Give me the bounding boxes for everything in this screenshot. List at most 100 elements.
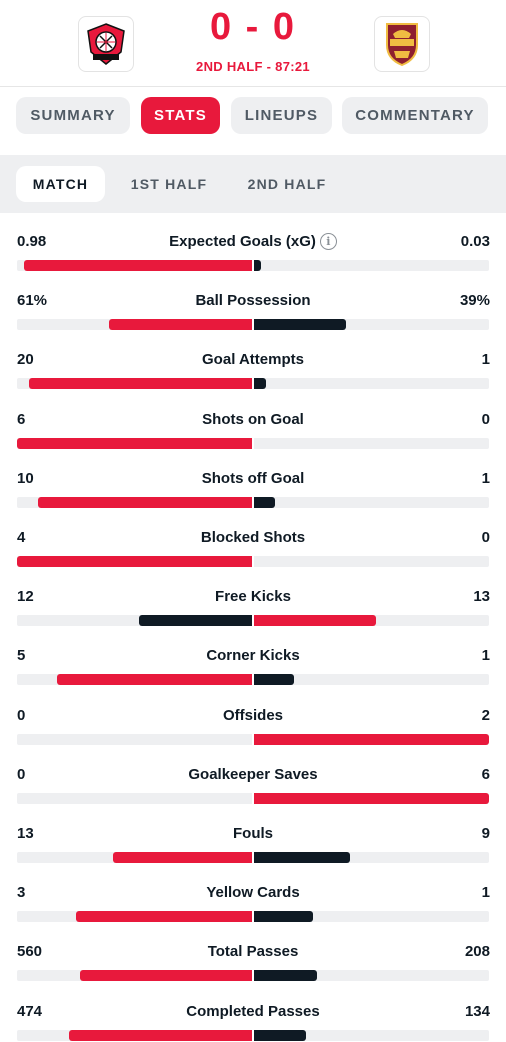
stat-row: 3 Yellow Cards 1 (0, 864, 506, 923)
home-bar-fill (76, 911, 252, 923)
stat-row: 4 Blocked Shots 0 (0, 509, 506, 568)
stat-label: Fouls (233, 825, 273, 842)
info-icon[interactable]: i (319, 233, 337, 250)
away-value: 2 (481, 706, 490, 724)
home-bar-fill (139, 615, 252, 627)
away-bar-fill (254, 496, 275, 508)
match-header: 0 - 0 2ND HALF - 87:21 (0, 0, 506, 87)
match-status: 2ND HALF - 87:21 (196, 59, 310, 74)
home-bar-fill (57, 674, 252, 686)
stat-row: 10 Shots off Goal 1 (0, 450, 506, 509)
away-bar-track (254, 615, 489, 627)
away-value: 1 (481, 469, 490, 487)
stat-label: Free Kicks (215, 588, 291, 606)
away-bar-fill (254, 615, 376, 627)
away-bar-fill (254, 911, 313, 923)
tab-summary[interactable]: SUMMARY (16, 97, 130, 134)
tab-2nd-half[interactable]: 2ND HALF (234, 166, 340, 202)
stat-row: 5 Corner Kicks 1 (0, 627, 506, 686)
stat-label-wrap: Goal Attempts (0, 351, 506, 368)
period-tabs: MATCH 1ST HALF 2ND HALF (0, 155, 506, 213)
away-bar-fill (254, 1029, 306, 1041)
stat-label: Blocked Shots (200, 529, 306, 546)
away-value: 9 (481, 825, 490, 842)
home-bar-fill (109, 319, 252, 331)
away-value: 13 (473, 588, 490, 606)
away-value: 208 (464, 943, 490, 961)
stat-row: 61% Ball Possession 39% (0, 272, 506, 331)
home-bar-track (17, 970, 252, 982)
stat-row: 474 Completed Passes 134 (0, 983, 506, 1042)
away-bar-track (254, 970, 489, 982)
home-bar-track (17, 852, 252, 863)
away-bar-fill (254, 970, 317, 982)
home-bar-fill (29, 378, 252, 390)
away-bar-fill (254, 792, 489, 804)
home-bar-fill (80, 970, 252, 982)
stat-row: 20 Goal Attempts 1 (0, 331, 506, 390)
home-bar-track (17, 556, 252, 567)
stat-label-wrap: Offsides (0, 707, 506, 724)
stat-label-wrap: Blocked Shots (0, 529, 506, 546)
home-bar-fill (69, 1029, 252, 1041)
stat-row: 0.98 Expected Goals (xG) i 0.03 (0, 213, 506, 272)
home-bar-track (17, 733, 252, 745)
away-value: 0 (481, 529, 490, 546)
as-roma-crest-icon (386, 23, 418, 67)
home-bar-track (17, 792, 252, 804)
away-value: 39% (459, 292, 490, 310)
home-bar-track (17, 496, 252, 508)
tab-1st-half[interactable]: 1ST HALF (120, 166, 218, 202)
home-bar-track (17, 911, 252, 923)
stat-label-wrap: Yellow Cards (0, 884, 506, 901)
away-bar-track (254, 378, 489, 390)
stat-label: Ball Possession (195, 292, 311, 310)
away-team-logo[interactable] (374, 16, 430, 72)
home-bar-track (17, 319, 252, 331)
stat-label-wrap: Goalkeeper Saves (0, 766, 506, 783)
stat-row: 0 Goalkeeper Saves 6 (0, 746, 506, 805)
home-bar-track (17, 1029, 252, 1041)
stat-label: Goal Attempts (202, 351, 304, 369)
home-bar-fill (24, 260, 252, 271)
away-bar-track (254, 556, 489, 567)
stat-row: 13 Fouls 9 (0, 805, 506, 864)
stat-label-wrap: Expected Goals (xG) i (0, 233, 506, 250)
stat-row: 0 Offsides 2 (0, 687, 506, 746)
tab-commentary[interactable]: COMMENTARY (342, 97, 488, 134)
tab-match[interactable]: MATCH (16, 166, 105, 202)
away-bar-fill (254, 852, 350, 863)
away-bar-track (254, 674, 489, 686)
stat-label-wrap: Total Passes (0, 943, 506, 960)
away-value: 1 (481, 351, 490, 369)
away-value: 0.03 (460, 233, 490, 250)
stat-label: Completed Passes (186, 1002, 320, 1020)
stat-row: 12 Free Kicks 13 (0, 568, 506, 627)
away-bar-fill (254, 733, 489, 745)
home-bar-fill (17, 437, 252, 449)
home-bar-track (17, 615, 252, 627)
home-bar-track (17, 437, 252, 449)
home-bar-fill (113, 852, 252, 863)
stat-label: Corner Kicks (206, 647, 300, 665)
stat-label-wrap: Shots off Goal (0, 470, 506, 487)
stat-label-wrap: Ball Possession (0, 292, 506, 309)
stat-label-wrap: Completed Passes (0, 1003, 506, 1020)
home-bar-track (17, 674, 252, 686)
match-score: 0 - 0 (209, 6, 297, 48)
tab-stats[interactable]: STATS (141, 97, 220, 134)
stat-label: Shots off Goal (201, 469, 305, 487)
stat-label-wrap: Shots on Goal (0, 411, 506, 428)
away-bar-track (254, 911, 489, 923)
stat-label-wrap: Free Kicks (0, 588, 506, 605)
away-value: 1 (481, 884, 490, 902)
tab-lineups[interactable]: LINEUPS (231, 97, 332, 134)
away-bar-track (254, 319, 489, 331)
stat-label: Yellow Cards (206, 884, 300, 902)
stat-label: Total Passes (207, 943, 299, 961)
away-bar-fill (254, 378, 266, 390)
home-bar-fill (38, 496, 252, 508)
home-bar-fill (17, 556, 252, 567)
away-value: 6 (481, 765, 490, 783)
away-value: 134 (464, 1002, 490, 1020)
